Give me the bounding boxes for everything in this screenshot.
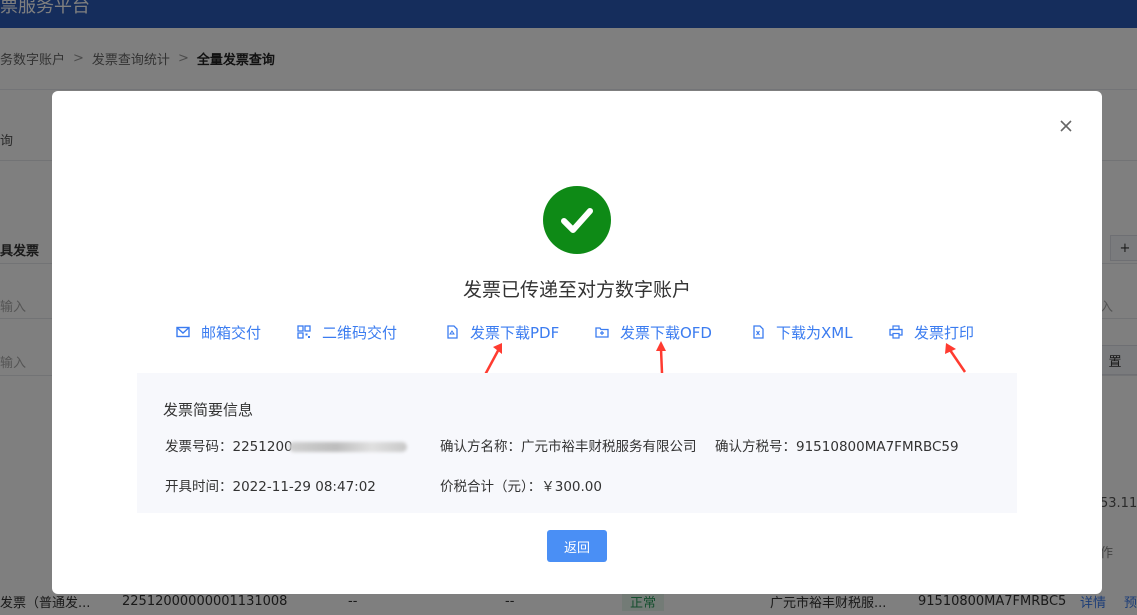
- invoice-number-field: 发票号码：2251200: [165, 435, 407, 455]
- invoice-number-label: 发票号码：: [165, 439, 233, 455]
- ofd-file-icon: [595, 327, 609, 338]
- mail-icon: [176, 326, 190, 338]
- invoice-summary-panel: 发票简要信息 发票号码：2251200 确认方名称：广元市裕丰财税服务有限公司 …: [137, 373, 1017, 513]
- buyer-name-label: 确认方名称：: [440, 439, 521, 455]
- annotation-arrow: [945, 343, 967, 373]
- success-dialog: 发票已传递至对方数字账户 邮箱交付 二维码交付 发票下载PDF 发票下载OFD …: [52, 91, 1102, 594]
- download-pdf-button[interactable]: 发票下载PDF: [445, 321, 559, 343]
- buyer-tax-value: 91510800MA7FMRBC59: [796, 439, 959, 455]
- success-message: 发票已传递至对方数字账户: [462, 279, 691, 301]
- issue-time-value: 2022-11-29 08:47:02: [232, 479, 376, 495]
- total-amount-value: ￥300.00: [541, 479, 602, 495]
- download-xml-button[interactable]: 下载为XML: [751, 321, 853, 343]
- annotation-arrow: [656, 341, 666, 374]
- redacted-mask: [288, 442, 407, 452]
- qrcode-delivery-label: 二维码交付: [322, 323, 398, 342]
- success-check-icon: [543, 186, 611, 254]
- close-icon: [1060, 120, 1072, 132]
- download-ofd-label: 发票下载OFD: [620, 323, 712, 342]
- email-delivery-label: 邮箱交付: [201, 323, 262, 342]
- pdf-file-icon: [447, 325, 458, 339]
- buyer-name-value: 广元市裕丰财税服务有限公司: [521, 439, 697, 455]
- total-amount-label: 价税合计（元）：: [440, 479, 542, 495]
- email-delivery-button[interactable]: 邮箱交付: [176, 321, 261, 343]
- print-invoice-button[interactable]: 发票打印: [889, 321, 974, 343]
- buyer-tax-label: 确认方税号：: [715, 439, 796, 455]
- close-button[interactable]: [1056, 116, 1076, 136]
- issue-time-label: 开具时间：: [165, 479, 233, 495]
- xml-file-icon: [753, 325, 764, 339]
- download-xml-label: 下载为XML: [776, 323, 853, 342]
- return-button[interactable]: 返回: [547, 530, 607, 562]
- total-amount-field: 价税合计（元）：￥300.00: [440, 475, 602, 495]
- delivery-actions: 邮箱交付 二维码交付 发票下载PDF 发票下载OFD 下载为XML 发票打印: [52, 321, 1102, 343]
- qrcode-delivery-button[interactable]: 二维码交付: [297, 321, 397, 343]
- printer-icon: [889, 325, 903, 339]
- invoice-number-value: 2251200: [232, 439, 293, 455]
- buyer-tax-field: 确认方税号：91510800MA7FMRBC59: [715, 435, 959, 455]
- print-invoice-label: 发票打印: [914, 323, 975, 342]
- download-ofd-button[interactable]: 发票下载OFD: [595, 321, 712, 343]
- qrcode-icon: [297, 325, 311, 339]
- issue-time-field: 开具时间：2022-11-29 08:47:02: [165, 475, 376, 495]
- buyer-name-field: 确认方名称：广元市裕丰财税服务有限公司: [440, 435, 697, 455]
- summary-title: 发票简要信息: [163, 401, 254, 419]
- download-pdf-label: 发票下载PDF: [470, 323, 560, 342]
